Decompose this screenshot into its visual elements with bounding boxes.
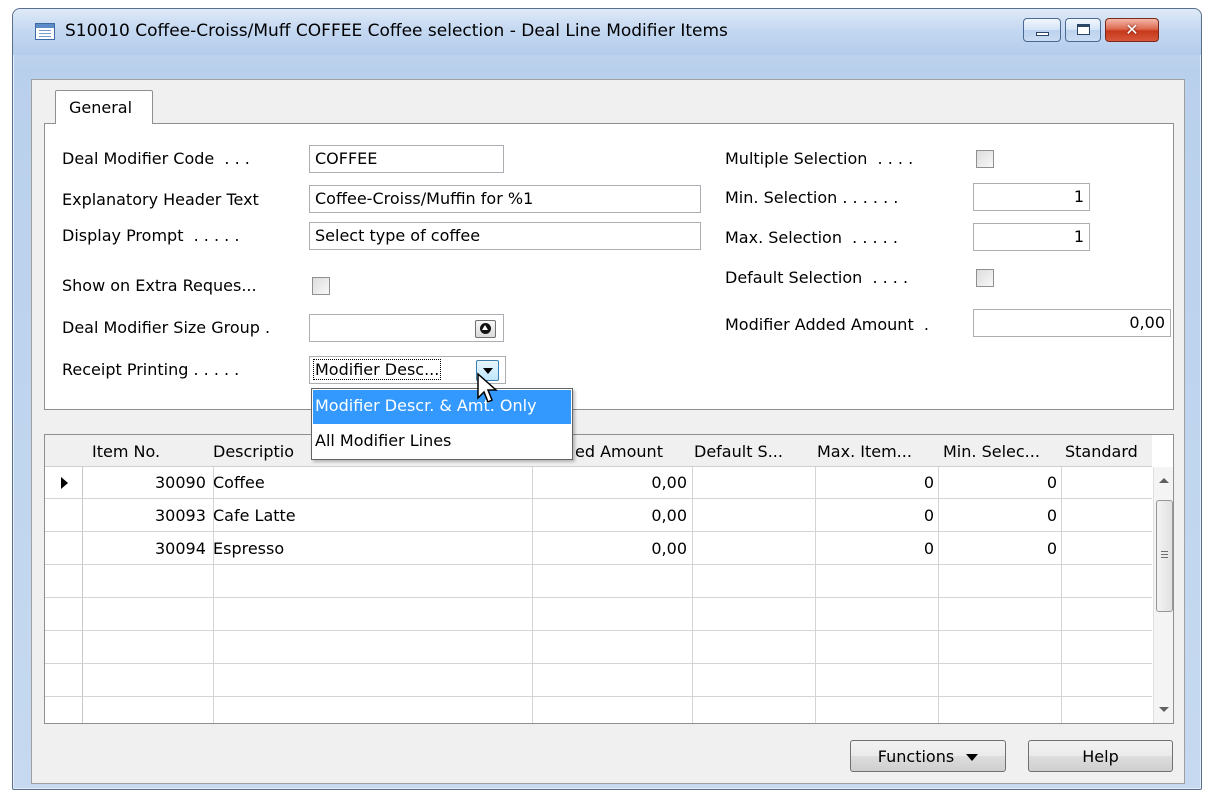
receipt-printing-value: Modifier Desc... xyxy=(313,359,442,380)
empty-row[interactable] xyxy=(45,632,1152,664)
chevron-down-icon xyxy=(966,754,979,761)
tab-label: General xyxy=(69,98,133,117)
column-header-standard[interactable]: Standard xyxy=(1065,442,1138,461)
column-header-default-selection[interactable]: Default S... xyxy=(694,442,783,461)
multiple-selection-checkbox[interactable] xyxy=(976,150,994,168)
client-area: General Deal Modifier Code . . . COFFEE … xyxy=(31,79,1185,784)
vertical-scrollbar[interactable] xyxy=(1153,467,1173,723)
title-bar[interactable]: S10010 Coffee-Croiss/Muff COFFEE Coffee … xyxy=(13,9,1201,55)
table-row[interactable]: 30094 Espresso 0,00 0 0 xyxy=(45,533,1152,565)
column-header-max-items[interactable]: Max. Item... xyxy=(817,442,912,461)
scroll-thumb[interactable] xyxy=(1156,500,1173,612)
dropdown-option-all-modifier-lines[interactable]: All Modifier Lines xyxy=(313,425,571,459)
show-on-extra-request-label: Show on Extra Reques... xyxy=(62,276,257,295)
description-cell[interactable]: Cafe Latte xyxy=(213,506,296,525)
max-selection-label: Max. Selection . . . . . xyxy=(725,228,898,247)
deal-modifier-code-field[interactable]: COFFEE xyxy=(309,145,504,173)
empty-row[interactable] xyxy=(45,566,1152,598)
column-header-min-selection[interactable]: Min. Selec... xyxy=(943,442,1040,461)
default-selection-checkbox[interactable] xyxy=(976,269,994,287)
receipt-printing-label: Receipt Printing . . . . . xyxy=(62,360,240,379)
explanatory-header-text-field[interactable]: Coffee-Croiss/Muffin for %1 xyxy=(309,185,701,213)
dialog-window: S10010 Coffee-Croiss/Muff COFFEE Coffee … xyxy=(12,8,1202,790)
minimize-button[interactable] xyxy=(1023,18,1061,42)
max-items-cell[interactable]: 0 xyxy=(816,506,934,525)
item-no-cell[interactable]: 30094 xyxy=(155,539,206,558)
help-button-label: Help xyxy=(1082,747,1119,766)
deal-modifier-size-group-label: Deal Modifier Size Group . xyxy=(62,318,271,337)
display-prompt-label: Display Prompt . . . . . xyxy=(62,226,240,245)
close-icon: ✕ xyxy=(1125,20,1139,39)
grid-header: Item No. Descriptio ed Amount Default S.… xyxy=(45,435,1152,467)
receipt-printing-dropdown-list[interactable]: Modifier Descr. & Amt. Only All Modifier… xyxy=(311,388,573,460)
dropdown-option-modifier-descr-amt-only[interactable]: Modifier Descr. & Amt. Only xyxy=(313,390,571,424)
item-no-cell[interactable]: 30093 xyxy=(155,506,206,525)
deal-modifier-code-label: Deal Modifier Code . . . xyxy=(62,149,250,168)
min-selection-cell[interactable]: 0 xyxy=(939,539,1057,558)
scroll-up-icon[interactable] xyxy=(1159,478,1169,483)
description-cell[interactable]: Coffee xyxy=(213,473,265,492)
explanatory-header-text-label: Explanatory Header Text xyxy=(62,190,259,209)
functions-button[interactable]: Functions xyxy=(850,740,1006,772)
min-selection-cell[interactable]: 0 xyxy=(939,473,1057,492)
amount-cell[interactable]: 0,00 xyxy=(533,506,687,525)
scroll-down-icon[interactable] xyxy=(1159,707,1169,712)
general-panel: Deal Modifier Code . . . COFFEE Explanat… xyxy=(44,123,1174,410)
empty-row[interactable] xyxy=(45,665,1152,697)
close-button[interactable]: ✕ xyxy=(1105,18,1159,42)
modifier-added-amount-label: Modifier Added Amount . xyxy=(725,315,929,334)
lookup-icon[interactable] xyxy=(475,320,496,338)
default-selection-label: Default Selection . . . . xyxy=(725,268,909,287)
min-selection-label: Min. Selection . . . . . . xyxy=(725,188,899,207)
amount-cell[interactable]: 0,00 xyxy=(533,539,687,558)
functions-button-label: Functions xyxy=(877,747,955,766)
max-items-cell[interactable]: 0 xyxy=(816,539,934,558)
column-header-description[interactable]: Descriptio xyxy=(213,442,303,461)
item-no-cell[interactable]: 30090 xyxy=(155,473,206,492)
display-prompt-field[interactable]: Select type of coffee xyxy=(309,222,701,250)
description-cell[interactable]: Espresso xyxy=(213,539,284,558)
table-row[interactable]: 30090 Coffee 0,00 0 0 xyxy=(45,467,1152,499)
modifier-items-grid[interactable]: Item No. Descriptio ed Amount Default S.… xyxy=(44,434,1174,724)
max-selection-field[interactable]: 1 xyxy=(973,223,1090,251)
maximize-icon xyxy=(1077,24,1090,35)
empty-row[interactable] xyxy=(45,599,1152,631)
help-button[interactable]: Help xyxy=(1028,740,1173,772)
tab-general[interactable]: General xyxy=(55,90,153,124)
form-icon xyxy=(35,23,55,40)
minimize-icon xyxy=(1036,32,1049,36)
maximize-button[interactable] xyxy=(1065,18,1101,42)
column-header-added-amount[interactable]: ed Amount xyxy=(575,442,663,461)
show-on-extra-request-checkbox[interactable] xyxy=(312,277,330,295)
table-row[interactable]: 30093 Cafe Latte 0,00 0 0 xyxy=(45,500,1152,532)
multiple-selection-label: Multiple Selection . . . . xyxy=(725,149,914,168)
mouse-cursor-icon xyxy=(477,372,498,404)
window-title: S10010 Coffee-Croiss/Muff COFFEE Coffee … xyxy=(65,21,728,41)
amount-cell[interactable]: 0,00 xyxy=(533,473,687,492)
min-selection-field[interactable]: 1 xyxy=(973,183,1090,211)
min-selection-cell[interactable]: 0 xyxy=(939,506,1057,525)
modifier-added-amount-field[interactable]: 0,00 xyxy=(973,309,1171,337)
column-header-item-no[interactable]: Item No. xyxy=(92,442,160,461)
max-items-cell[interactable]: 0 xyxy=(816,473,934,492)
